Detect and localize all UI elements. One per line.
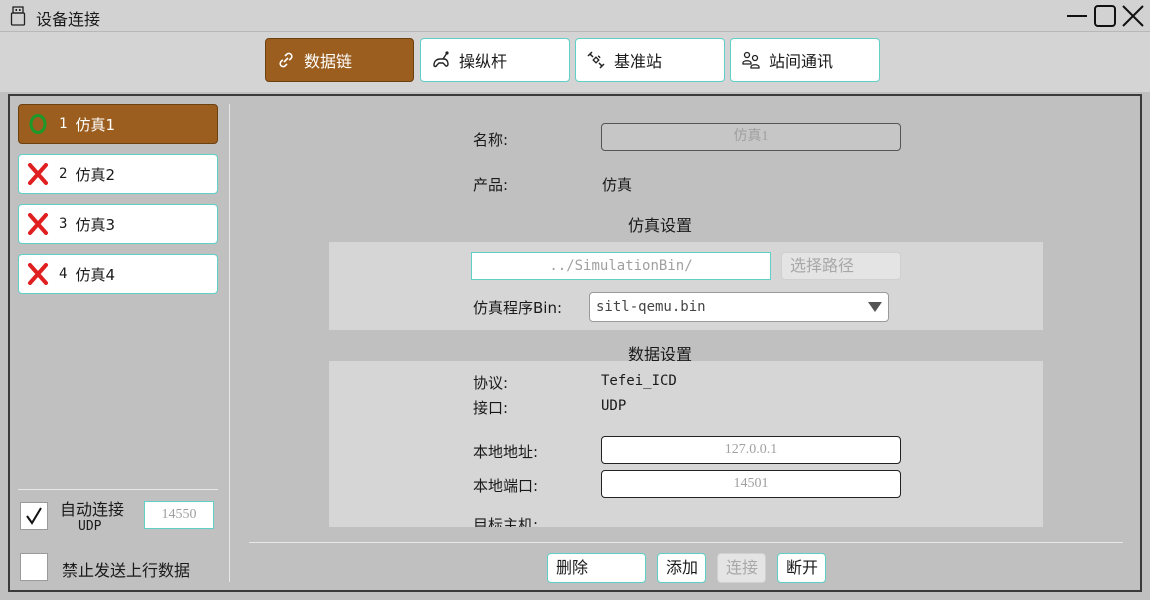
device-name: 仿真1: [75, 115, 115, 134]
divider: [18, 489, 218, 490]
tab-base-station[interactable]: 基准站: [575, 38, 725, 82]
tab-label: 站间通讯: [769, 52, 834, 71]
sim-settings-title: 仿真设置: [628, 216, 693, 235]
device-name: 仿真3: [75, 215, 115, 234]
tab-joystick[interactable]: 操纵杆: [420, 38, 570, 82]
choose-path-button[interactable]: 选择路径: [781, 252, 901, 280]
sim-bin-selected: sitl-qemu.bin: [596, 299, 706, 315]
device-item-2[interactable]: 2 仿真2: [18, 154, 218, 194]
minimize-icon[interactable]: [1064, 4, 1090, 28]
satellite-icon: [587, 51, 605, 69]
window-title: 设备连接: [36, 10, 101, 29]
close-icon[interactable]: [1120, 4, 1146, 28]
delete-button[interactable]: 删除: [547, 553, 646, 583]
local-address-label: 本地地址:: [473, 443, 539, 461]
protocol-value: Tefei_ICD: [601, 373, 677, 389]
disconnected-status-icon: [28, 263, 48, 285]
tab-bar: 数据链 操纵杆 基准站 站间通讯: [0, 32, 1150, 92]
local-port-input[interactable]: 14501: [601, 470, 901, 498]
add-button[interactable]: 添加: [657, 553, 706, 583]
users-icon: [742, 51, 760, 69]
udp-port-input[interactable]: 14550: [144, 501, 214, 529]
checkmark-icon: [26, 507, 42, 525]
name-label: 名称:: [473, 131, 509, 149]
tab-inter-station[interactable]: 站间通讯: [730, 38, 880, 82]
disable-uplink-label: 禁止发送上行数据: [62, 561, 191, 580]
disable-uplink-checkbox[interactable]: [20, 553, 48, 581]
disconnected-status-icon: [28, 163, 48, 185]
disconnect-button[interactable]: 断开: [777, 553, 826, 583]
auto-connect-label: 自动连接: [60, 500, 125, 519]
usb-drive-icon: [10, 6, 26, 26]
divider: [249, 542, 1123, 543]
link-icon: [279, 52, 293, 68]
auto-connect-checkbox[interactable]: [20, 502, 48, 530]
device-name: 仿真4: [75, 265, 115, 284]
device-item-1[interactable]: 1 仿真1: [18, 104, 218, 144]
disconnected-status-icon: [28, 213, 48, 235]
device-number: 4: [59, 266, 68, 282]
device-name: 仿真2: [75, 165, 115, 184]
device-number: 2: [59, 166, 68, 182]
device-number: 1: [59, 116, 68, 132]
tab-label: 基准站: [614, 52, 663, 71]
tab-label: 数据链: [304, 52, 353, 71]
sim-bin-label: 仿真程序Bin:: [473, 299, 563, 317]
protocol-label: 协议:: [473, 374, 509, 392]
main-panel: 1 仿真1 2 仿真2 3 仿真3 4 仿真4 自动连接 UDP 14550 禁…: [8, 94, 1142, 592]
maximize-icon[interactable]: [1092, 4, 1118, 28]
product-value: 仿真: [602, 176, 633, 194]
tab-label: 操纵杆: [459, 52, 508, 71]
connect-button[interactable]: 连接: [717, 553, 766, 583]
target-host-label: 目标主机:: [473, 516, 539, 527]
local-address-input[interactable]: 127.0.0.1: [601, 436, 901, 464]
vertical-divider: [229, 104, 230, 582]
chevron-down-icon: [868, 302, 882, 312]
interface-value: UDP: [601, 398, 627, 414]
auto-connect-protocol: UDP: [78, 519, 102, 534]
connected-status-icon: [29, 114, 47, 134]
device-item-3[interactable]: 3 仿真3: [18, 204, 218, 244]
title-bar: 设备连接: [0, 0, 1150, 32]
product-label: 产品:: [473, 176, 509, 194]
tab-datalink[interactable]: 数据链: [265, 38, 414, 82]
sim-path-input[interactable]: ../SimulationBin/: [471, 252, 771, 280]
device-number: 3: [59, 216, 68, 232]
joystick-icon: [433, 51, 449, 68]
interface-label: 接口:: [473, 399, 509, 417]
name-input[interactable]: 仿真1: [601, 123, 901, 151]
data-settings-section: 协议: Tefei_ICD 接口: UDP 本地地址: 127.0.0.1 本地…: [329, 361, 1043, 527]
local-port-label: 本地端口:: [473, 477, 539, 495]
device-item-4[interactable]: 4 仿真4: [18, 254, 218, 294]
sim-bin-select[interactable]: sitl-qemu.bin: [589, 292, 889, 322]
